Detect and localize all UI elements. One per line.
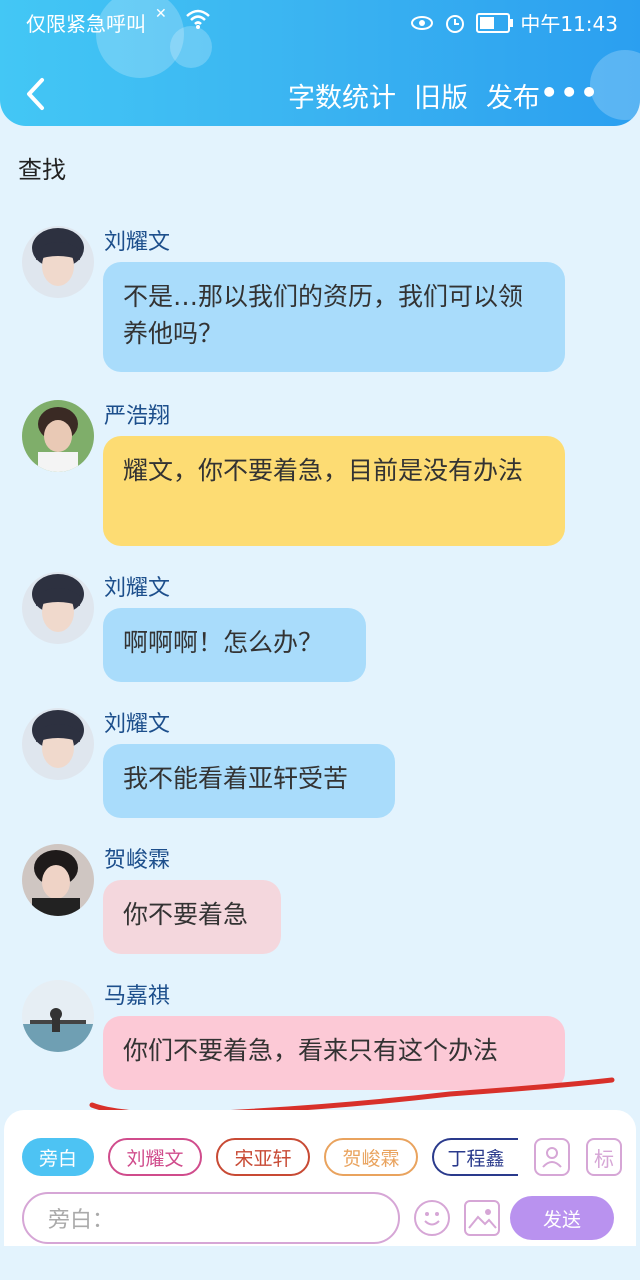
top-header: 仅限紧急呼叫 ✕ 中午11:43 字数统计 旧版 发布 ••• — [0, 0, 640, 126]
tag-icon[interactable]: 标 — [586, 1138, 622, 1176]
message-bubble[interactable]: 耀文，你不要着急，目前是没有办法 — [103, 436, 565, 546]
battery-level — [480, 16, 495, 29]
role-chip-ding-chengxin[interactable]: 丁程鑫 — [432, 1138, 518, 1176]
avatar[interactable] — [22, 844, 94, 916]
message-bubble[interactable]: 啊啊啊！怎么办？ — [103, 608, 366, 682]
send-button[interactable]: 发送 — [510, 1196, 614, 1240]
avatar[interactable] — [22, 708, 94, 780]
search-link[interactable]: 查找 — [18, 150, 66, 185]
emoji-icon[interactable] — [414, 1200, 450, 1236]
signal-icon: ✕ — [155, 6, 167, 22]
avatar[interactable] — [22, 980, 94, 1052]
alarm-icon — [446, 14, 465, 33]
image-icon[interactable] — [464, 1200, 500, 1236]
message-bubble[interactable]: 你们不要着急，看来只有这个办法 — [103, 1016, 565, 1090]
person-icon[interactable] — [534, 1138, 570, 1176]
sender-name: 刘耀文 — [104, 576, 171, 601]
publish-button[interactable]: 发布 — [486, 76, 540, 115]
sender-name: 马嘉祺 — [104, 984, 171, 1009]
input-panel: 旁白 刘耀文 宋亚轩 贺峻霖 丁程鑫 标 旁白： 发送 — [4, 1110, 636, 1246]
role-chip-liu-yaowen[interactable]: 刘耀文 — [108, 1138, 202, 1176]
role-chip-song-yaxuan[interactable]: 宋亚轩 — [216, 1138, 310, 1176]
avatar[interactable] — [22, 400, 94, 472]
message-bubble[interactable]: 不是…那以我们的资历，我们可以领养他吗？ — [103, 262, 565, 372]
back-arrow-icon[interactable] — [22, 74, 52, 114]
role-chip-narrator[interactable]: 旁白 — [22, 1138, 94, 1176]
wifi-icon — [186, 9, 210, 29]
eye-icon — [411, 15, 434, 30]
more-menu-icon[interactable]: ••• — [540, 76, 600, 109]
avatar[interactable] — [22, 572, 94, 644]
message-bubble[interactable]: 你不要着急 — [103, 880, 281, 954]
sender-name: 贺峻霖 — [104, 848, 171, 873]
message-bubble[interactable]: 我不能看着亚轩受苦 — [103, 744, 395, 818]
avatar[interactable] — [22, 226, 94, 298]
narration-input[interactable]: 旁白： — [22, 1192, 400, 1244]
decor-bubble — [170, 26, 212, 68]
word-count-button[interactable]: 字数统计 — [288, 76, 396, 115]
sender-name: 严浩翔 — [104, 404, 171, 429]
role-chip-he-junlin[interactable]: 贺峻霖 — [324, 1138, 418, 1176]
sender-name: 刘耀文 — [104, 230, 171, 255]
carrier-text: 仅限紧急呼叫 — [26, 12, 146, 36]
sender-name: 刘耀文 — [104, 712, 171, 737]
battery-icon — [476, 12, 514, 33]
old-version-button[interactable]: 旧版 — [414, 76, 468, 115]
clock: 中午11:43 — [520, 12, 618, 36]
